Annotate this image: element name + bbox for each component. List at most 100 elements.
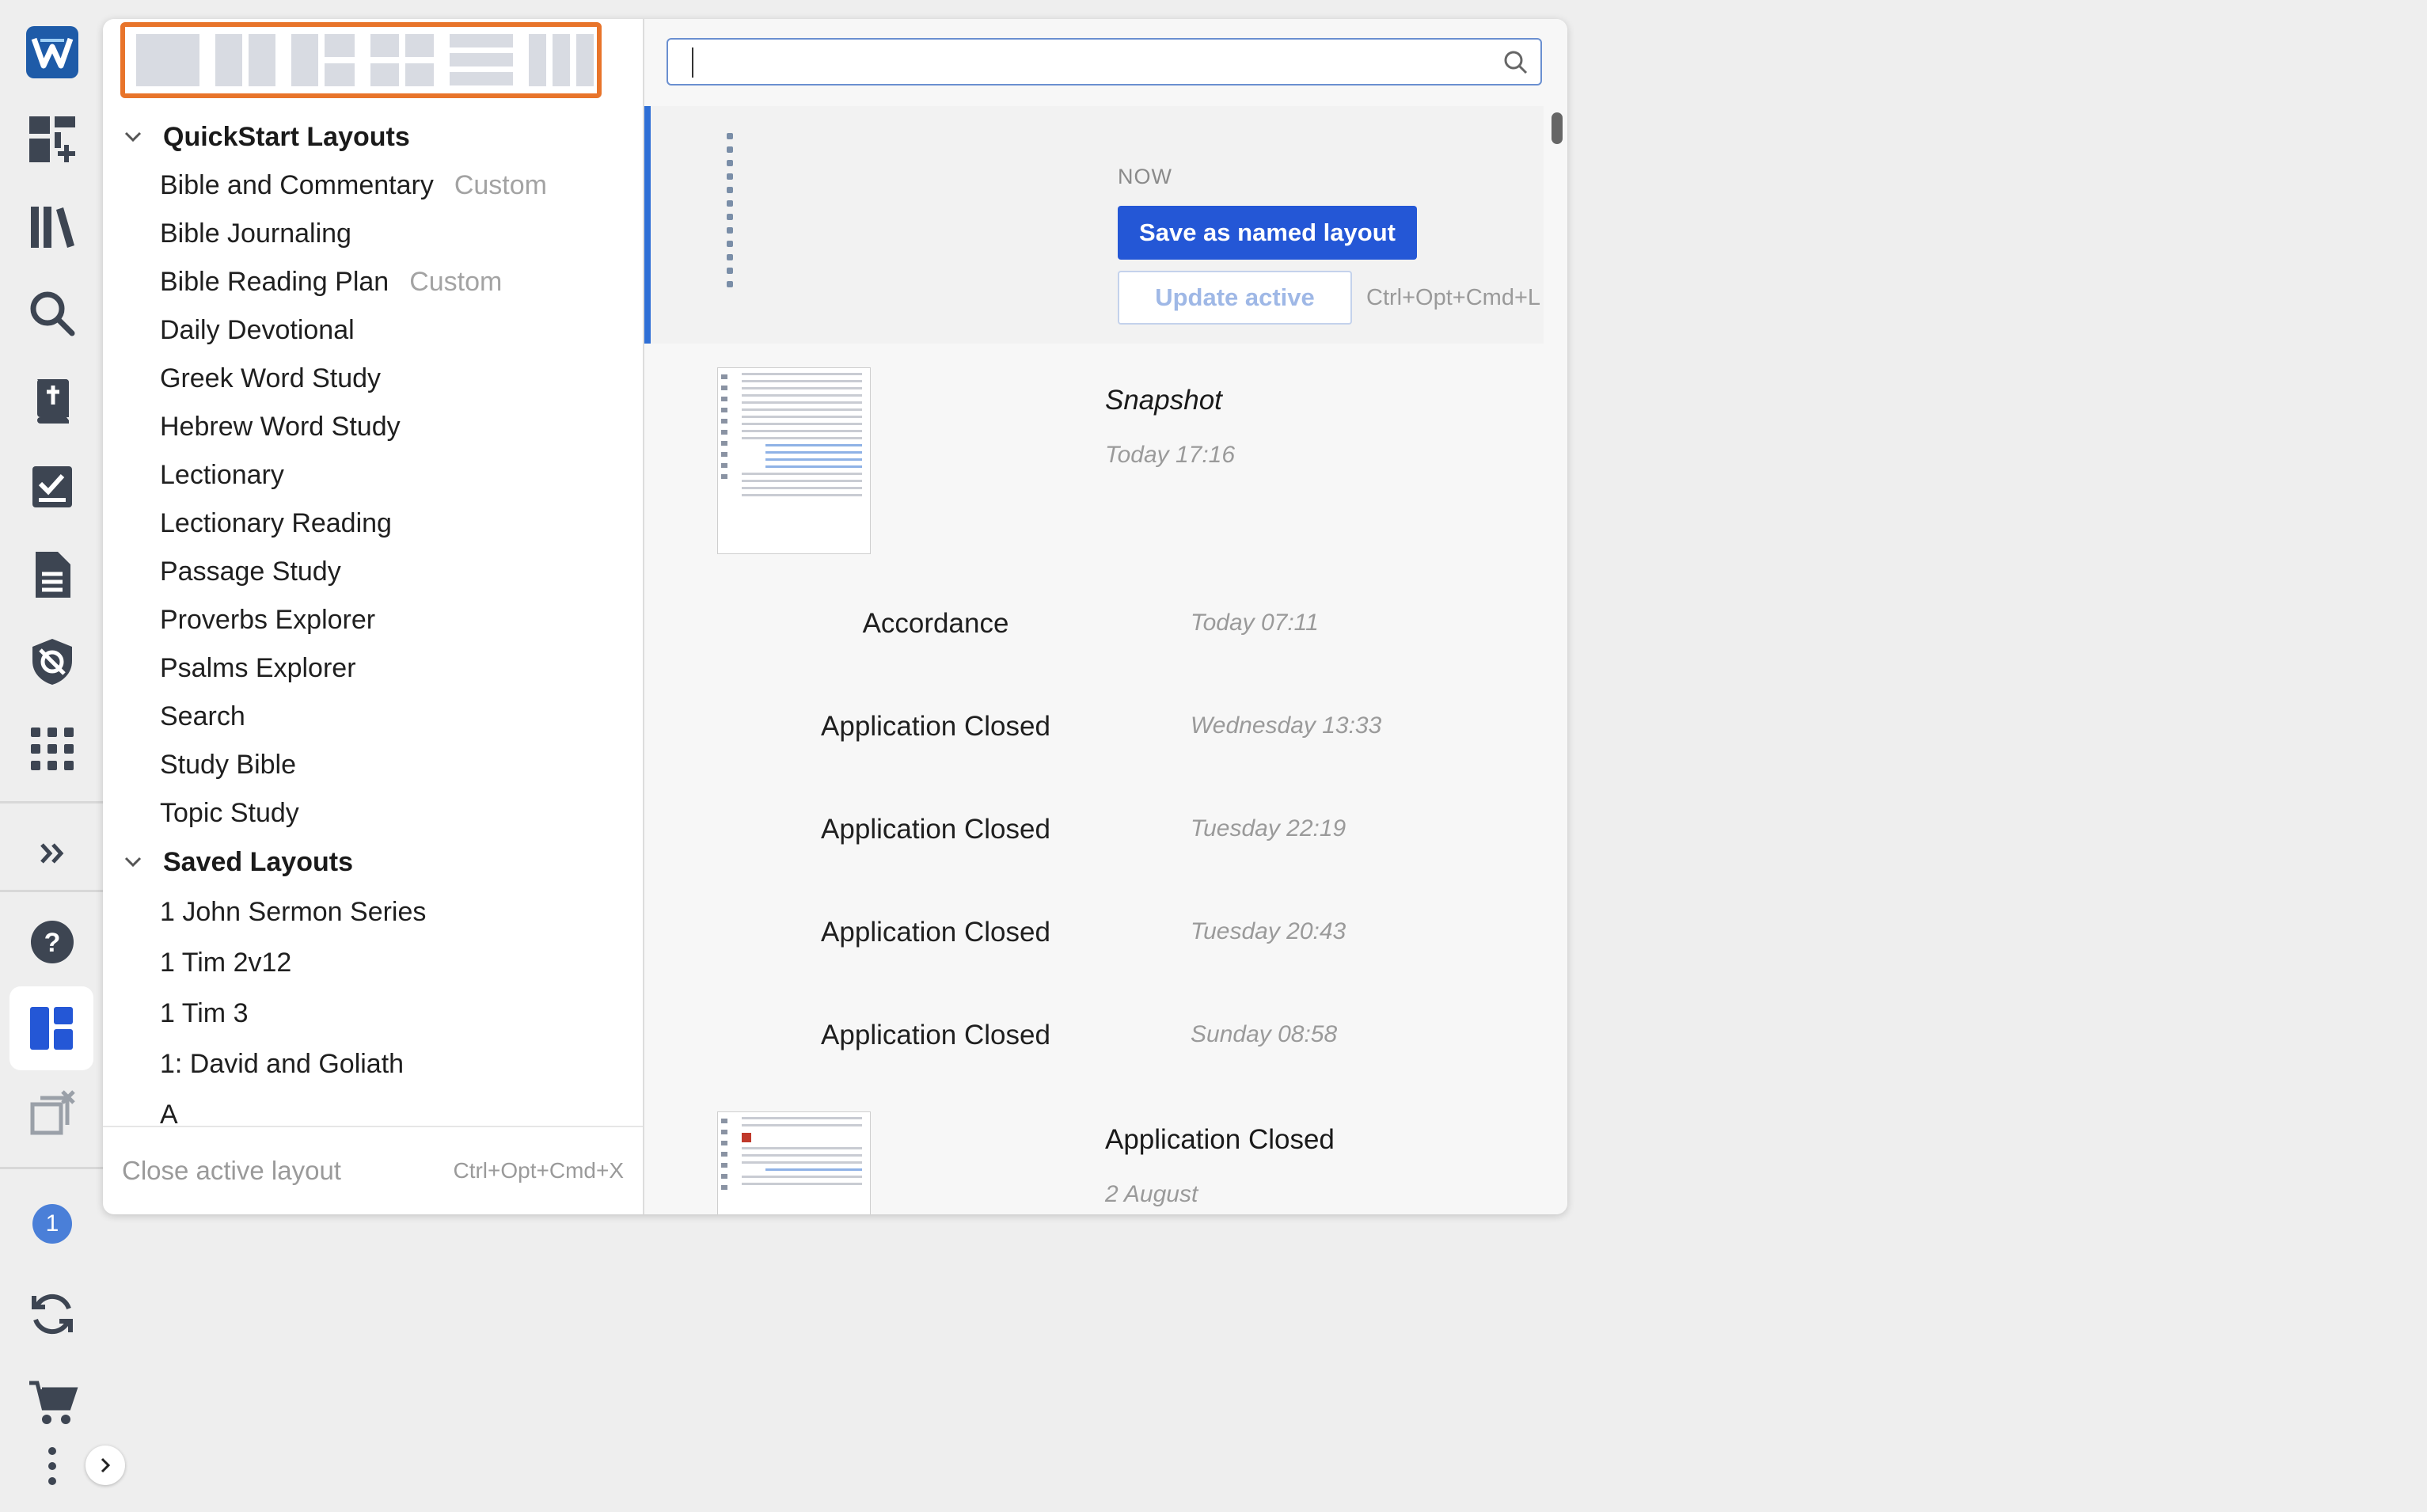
history-row[interactable]: Application Closed Tuesday 20:43: [644, 882, 1544, 969]
history-time: Today 07:11: [1191, 610, 1319, 636]
more-vertical-icon[interactable]: [17, 1431, 87, 1501]
layout-item-label: Hebrew Word Study: [160, 412, 401, 442]
search-icon[interactable]: [17, 279, 87, 348]
sync-icon[interactable]: [17, 1279, 87, 1349]
layout-two-columns-button[interactable]: [215, 34, 275, 86]
rail-divider: [0, 890, 103, 892]
close-windows-icon[interactable]: [17, 1078, 87, 1148]
layout-history-pane: NOW Save as named layout Update active C…: [644, 19, 1567, 1214]
search-box: [667, 38, 1542, 85]
tasks-icon[interactable]: [17, 453, 87, 522]
snapshot-time: 2 August: [1105, 1181, 1198, 1207]
add-panel-icon[interactable]: [17, 104, 87, 174]
layout-item-label: Study Bible: [160, 750, 296, 780]
chevron-down-icon: [117, 856, 149, 868]
now-label: NOW: [1118, 165, 1172, 188]
library-icon[interactable]: [17, 192, 87, 261]
update-active-button[interactable]: Update active: [1118, 271, 1352, 325]
layout-item-label: Bible Reading Plan: [160, 267, 389, 297]
search-icon[interactable]: [1502, 49, 1529, 76]
history-row[interactable]: Application Closed Sunday 08:58: [644, 985, 1544, 1072]
layout-item[interactable]: Search: [103, 693, 643, 741]
chevron-down-icon: [117, 131, 149, 143]
app-rail: ? 1: [0, 0, 125, 1512]
layout-one-pane-button[interactable]: [136, 34, 199, 86]
layouts-tree: QuickStart Layouts Bible and Commentary C…: [103, 112, 643, 1134]
custom-tag: Custom: [454, 170, 547, 200]
quick-layout-picker: [120, 22, 602, 98]
layout-item[interactable]: Hebrew Word Study: [103, 403, 643, 451]
layout-item[interactable]: Bible Journaling: [103, 210, 643, 258]
snapshot-row[interactable]: Snapshot Today 17:16: [644, 344, 1544, 554]
layouts-icon[interactable]: [9, 986, 93, 1070]
snapshot-title: Snapshot: [1105, 385, 1222, 416]
layout-item[interactable]: Proverbs Explorer: [103, 596, 643, 644]
history-time: Tuesday 22:19: [1191, 815, 1346, 841]
layout-item-label: Psalms Explorer: [160, 653, 356, 683]
layout-item-label: 1 John Sermon Series: [160, 896, 427, 927]
group-quickstart-layouts[interactable]: QuickStart Layouts: [103, 112, 643, 161]
document-icon[interactable]: [17, 540, 87, 610]
layout-three-rows-button[interactable]: [450, 34, 513, 86]
layout-item[interactable]: Passage Study: [103, 548, 643, 596]
layout-four-grid-button[interactable]: [370, 34, 434, 86]
save-as-named-layout-button[interactable]: Save as named layout: [1118, 206, 1417, 260]
double-chevron-right-icon[interactable]: [17, 819, 87, 888]
snapshot-thumbnail: [717, 367, 871, 554]
snapshot-title: Application Closed: [1105, 1124, 1335, 1155]
layout-item-label: Daily Devotional: [160, 315, 355, 345]
layout-item-label: Bible Journaling: [160, 218, 351, 249]
layout-item-label: Lectionary Reading: [160, 508, 392, 538]
layout-item[interactable]: Bible Reading Plan Custom: [103, 258, 643, 306]
group-label: QuickStart Layouts: [163, 121, 410, 152]
layouts-panel: QuickStart Layouts Bible and Commentary C…: [103, 19, 1567, 1214]
layout-item[interactable]: Lectionary Reading: [103, 500, 643, 548]
history-name: Application Closed: [821, 1020, 1050, 1050]
layout-item[interactable]: Psalms Explorer: [103, 644, 643, 693]
layout-item[interactable]: 1 John Sermon Series: [103, 887, 643, 937]
layout-item-label: 1 Tim 2v12: [160, 947, 292, 978]
rail-divider: [0, 801, 103, 803]
app-logo-icon[interactable]: [17, 17, 87, 87]
history-row[interactable]: Application Closed Wednesday 13:33: [644, 676, 1544, 763]
apps-grid-icon[interactable]: [17, 714, 87, 784]
layout-item[interactable]: Daily Devotional: [103, 306, 643, 355]
layout-item-label: Search: [160, 701, 245, 731]
layout-item[interactable]: 1: David and Goliath: [103, 1039, 643, 1089]
layout-item[interactable]: 1 Tim 2v12: [103, 937, 643, 988]
svg-text:?: ?: [44, 928, 61, 958]
history-row[interactable]: Accordance Today 07:11: [644, 573, 1544, 660]
scrollbar-thumb[interactable]: [1552, 112, 1563, 144]
layout-item-label: Proverbs Explorer: [160, 605, 376, 635]
chevron-right-icon: [101, 1457, 111, 1473]
layout-item-label: 1: David and Goliath: [160, 1048, 404, 1079]
history-row[interactable]: Application Closed Tuesday 22:19: [644, 779, 1544, 866]
expand-rail-button[interactable]: [85, 1446, 125, 1485]
help-icon[interactable]: ?: [17, 907, 87, 977]
close-active-layout-row[interactable]: Close active layout Ctrl+Opt+Cmd+X: [103, 1126, 643, 1214]
history-time: Tuesday 20:43: [1191, 918, 1346, 944]
layouts-list-pane: QuickStart Layouts Bible and Commentary C…: [103, 19, 644, 1214]
group-saved-layouts[interactable]: Saved Layouts: [103, 838, 643, 887]
layout-item[interactable]: Greek Word Study: [103, 355, 643, 403]
layout-item[interactable]: 1 Tim 3: [103, 988, 643, 1039]
layout-three-columns-button[interactable]: [529, 34, 594, 86]
history-list: NOW Save as named layout Update active C…: [644, 106, 1556, 1214]
layout-item-label: Bible and Commentary: [160, 170, 434, 200]
layout-three-pane-button[interactable]: [291, 34, 355, 86]
layout-item[interactable]: Bible and Commentary Custom: [103, 161, 643, 210]
history-name: Accordance: [862, 608, 1009, 639]
notification-count: 1: [32, 1204, 72, 1244]
cart-icon[interactable]: [17, 1368, 87, 1438]
bible-icon[interactable]: [17, 366, 87, 435]
snapshot-row[interactable]: Application Closed 2 August: [644, 1096, 1544, 1214]
close-active-layout-label: Close active layout: [122, 1156, 341, 1185]
history-name: Application Closed: [821, 917, 1050, 948]
layout-item[interactable]: Lectionary: [103, 451, 643, 500]
search-input[interactable]: [687, 44, 1482, 81]
layout-item[interactable]: Study Bible: [103, 741, 643, 789]
shield-eye-icon[interactable]: [17, 627, 87, 697]
snapshot-thumbnail: [717, 1111, 871, 1214]
layout-item[interactable]: Topic Study: [103, 789, 643, 838]
notifications-badge[interactable]: 1: [17, 1189, 87, 1259]
